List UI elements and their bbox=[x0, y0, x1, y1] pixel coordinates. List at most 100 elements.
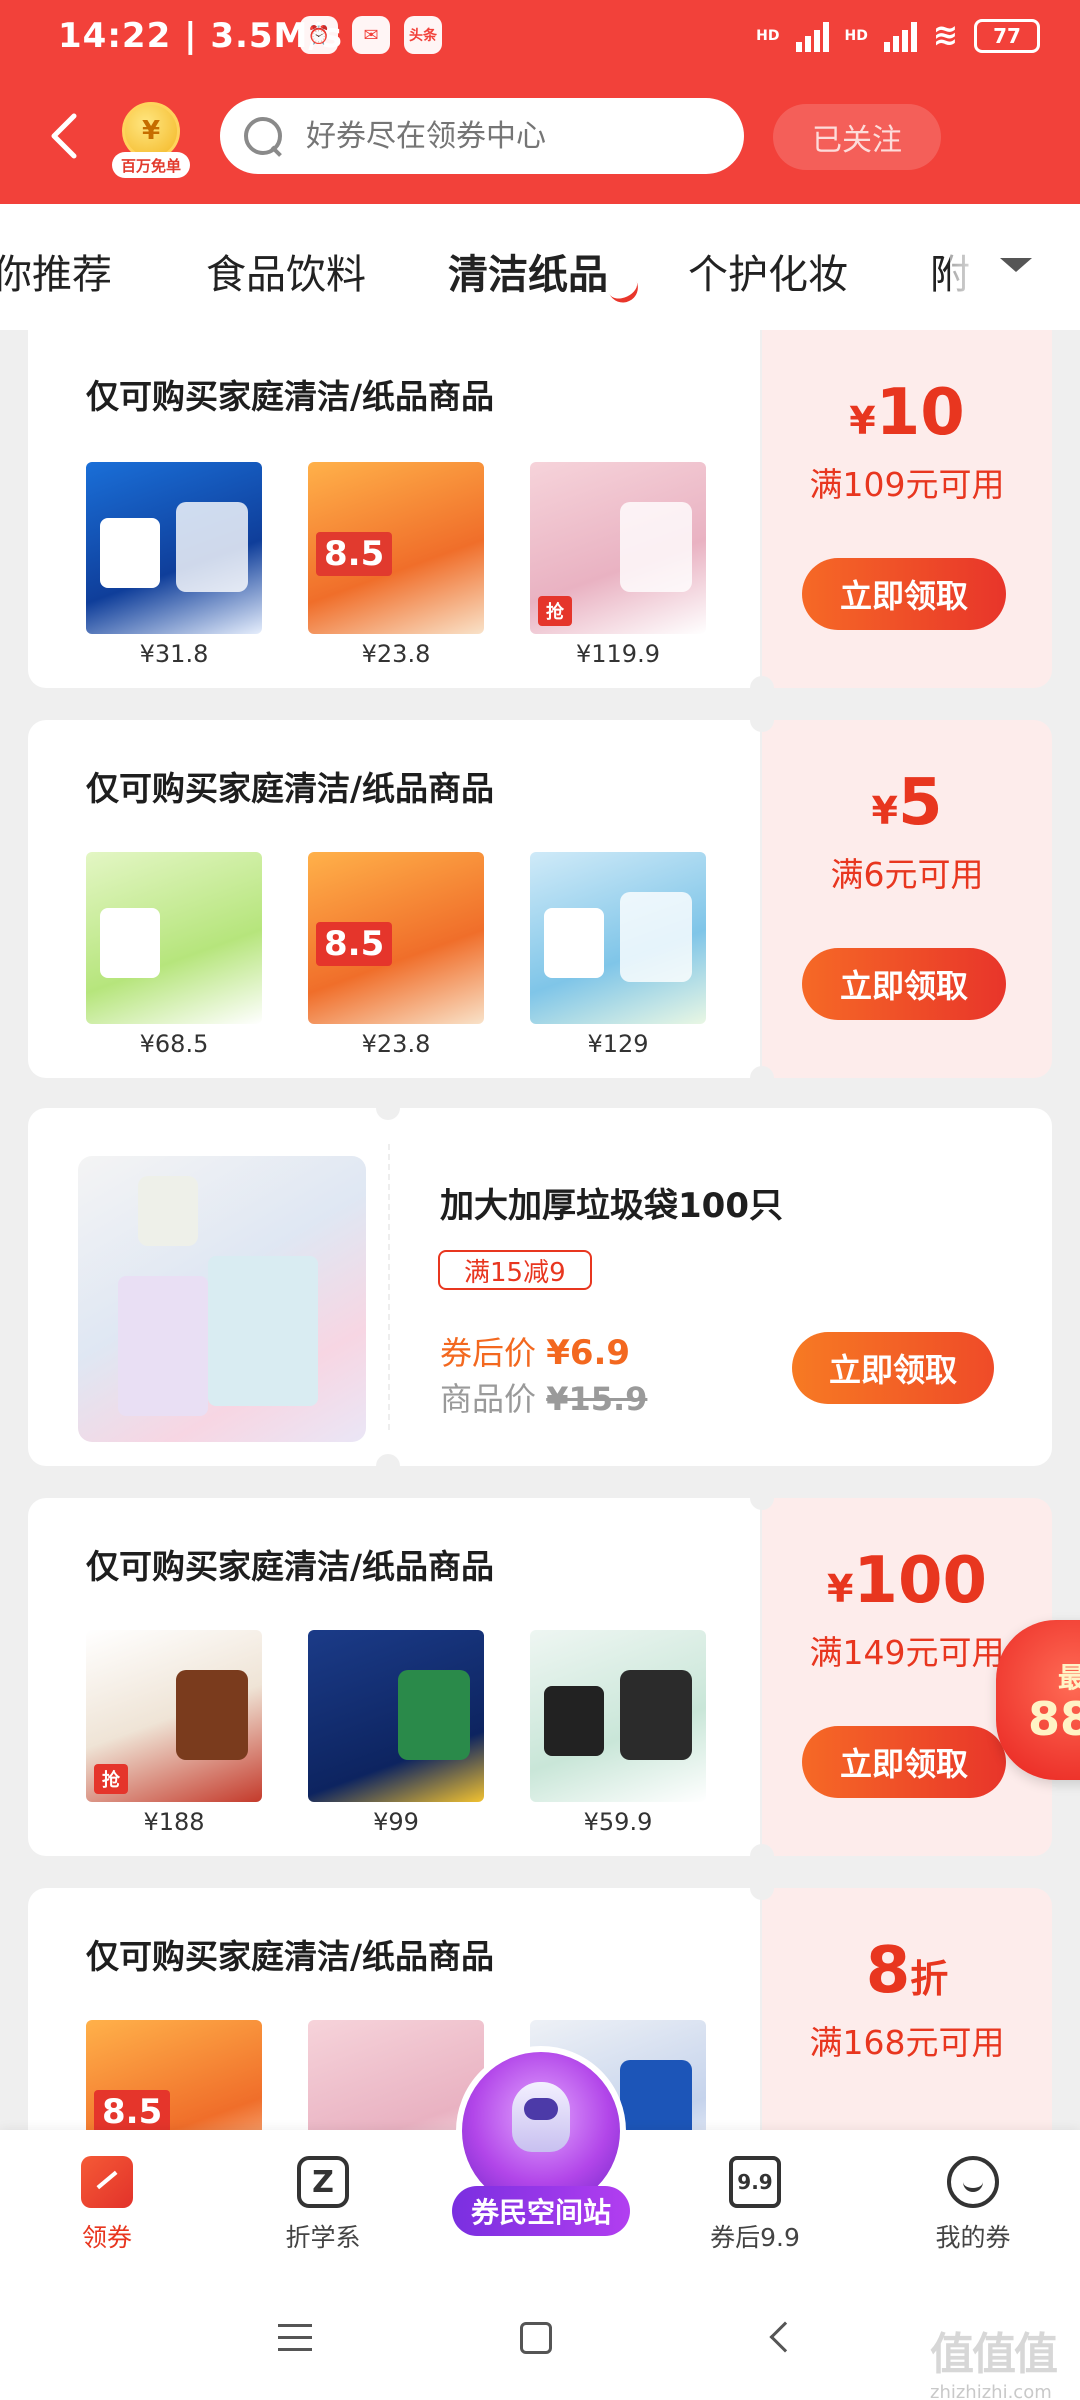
plant-shape bbox=[138, 1176, 198, 1246]
roll-shape bbox=[118, 1276, 208, 1416]
currency-symbol: ¥ bbox=[849, 399, 876, 443]
tab-personal-care[interactable]: 个护化妆 bbox=[688, 242, 848, 300]
product-price: ¥31.8 bbox=[139, 640, 209, 668]
watermark-sub: zhizhizhi.com bbox=[930, 2382, 1052, 2400]
product-thumb[interactable]: 抢 ¥119.9 bbox=[530, 462, 706, 668]
million-free-logo[interactable]: ¥ 百万免单 bbox=[112, 102, 190, 180]
after-price-label: 券后价 bbox=[440, 1334, 547, 1372]
nav-zhexue[interactable]: Z 折学系 bbox=[248, 2156, 398, 2254]
tab-cleaning-paper[interactable]: 清洁纸品 bbox=[448, 242, 608, 300]
product-tag: 8.5 bbox=[316, 532, 393, 576]
ticket-notch bbox=[750, 1486, 774, 1510]
system-nav-bar bbox=[0, 2286, 1080, 2400]
coupon-products-panel: 仅可购买家庭清洁/纸品商品 ¥68.5 8.5 ¥23.8 ¥129 bbox=[28, 720, 760, 1078]
coupon-condition: 满6元可用 bbox=[830, 855, 984, 894]
bottle-shape bbox=[176, 502, 248, 592]
product-image: 抢 bbox=[86, 1630, 262, 1802]
dashed-divider bbox=[388, 1144, 390, 1430]
product-price: ¥23.8 bbox=[361, 1030, 431, 1058]
product-price: ¥129 bbox=[587, 1030, 649, 1058]
currency-symbol: ¥ bbox=[871, 789, 898, 833]
product-image bbox=[86, 462, 262, 634]
product-card[interactable]: 加大加厚垃圾袋100只 满15减9 券后价 ¥6.9 商品价 ¥15.9 立即领… bbox=[28, 1096, 1052, 1478]
coupon-amount: ¥10 bbox=[762, 376, 1052, 450]
status-system-icons: HD HD ≋ 77 bbox=[756, 18, 1040, 53]
tab-food-drinks[interactable]: 食品饮料 bbox=[206, 242, 366, 300]
amount-value: 10 bbox=[875, 376, 965, 450]
ticket-notch bbox=[750, 676, 774, 700]
space-station-label[interactable]: 券民空间站 bbox=[452, 2186, 630, 2236]
coupon-card: 仅可购买家庭清洁/纸品商品 ¥31.8 8.5 ¥23.8 抢 ¥119.9 ¥… bbox=[28, 330, 1052, 700]
product-thumb[interactable]: ¥129 bbox=[530, 852, 706, 1058]
logo-label: 百万免单 bbox=[112, 152, 190, 178]
currency-symbol: ¥ bbox=[826, 1567, 854, 1611]
nav-after-coupon-99[interactable]: 9.9 券后9.9 bbox=[680, 2156, 830, 2254]
z-badge-icon: Z bbox=[297, 2156, 349, 2208]
trash-bag-image bbox=[78, 1156, 366, 1442]
ticket-notch bbox=[750, 1844, 774, 1868]
menu-icon[interactable] bbox=[278, 2324, 312, 2354]
hd-label-2: HD bbox=[844, 27, 868, 44]
discount-suffix: 折 bbox=[910, 1957, 949, 2001]
product-image bbox=[530, 852, 706, 1024]
home-icon[interactable] bbox=[520, 2322, 552, 2354]
amount-value: 8 bbox=[865, 1934, 911, 2008]
product-tag: 8.5 bbox=[316, 922, 393, 966]
nav-coupons[interactable]: 领券 bbox=[32, 2156, 182, 2254]
claim-button[interactable]: 立即领取 bbox=[802, 948, 1006, 1020]
packet-text-top: 最 bbox=[1058, 1661, 1080, 1694]
bottle-shape bbox=[398, 1670, 470, 1760]
product-price: ¥99 bbox=[373, 1808, 419, 1836]
product-thumb[interactable]: ¥31.8 bbox=[86, 462, 262, 668]
watermark: 值值值 zhizhizhi.com bbox=[930, 2318, 1058, 2400]
coupon-value-panel: ¥10 满109元可用 立即领取 bbox=[762, 330, 1052, 688]
promo-tag: 满15减9 bbox=[438, 1250, 592, 1290]
coupon-card: 仅可购买家庭清洁/纸品商品 ¥68.5 8.5 ¥23.8 ¥129 ¥5 满6… bbox=[28, 708, 1052, 1090]
nav-my-coupons[interactable]: 我的券 bbox=[898, 2156, 1048, 2254]
nav-label: 我的券 bbox=[935, 2223, 1011, 2252]
tab-recommend[interactable]: 你推荐 bbox=[0, 242, 112, 300]
claim-button[interactable]: 立即领取 bbox=[802, 558, 1006, 630]
product-price: ¥188 bbox=[143, 1808, 205, 1836]
ticket-notch bbox=[376, 1454, 400, 1478]
pack-shape bbox=[620, 2060, 692, 2130]
product-image bbox=[308, 1630, 484, 1802]
claim-button[interactable]: 立即领取 bbox=[802, 1726, 1006, 1798]
bottle-shape bbox=[176, 1670, 248, 1760]
ticket-notch bbox=[750, 708, 774, 732]
status-notification-icons: ⏰ ✉ 头条 bbox=[300, 16, 442, 54]
coupon-title: 仅可购买家庭清洁/纸品商品 bbox=[86, 1937, 495, 1976]
claim-button[interactable]: 立即领取 bbox=[792, 1332, 994, 1404]
coupon-amount: 8折 bbox=[762, 1934, 1052, 2008]
follow-button[interactable]: 已关注 bbox=[773, 104, 941, 170]
product-thumb[interactable]: ¥68.5 bbox=[86, 852, 262, 1058]
search-input[interactable] bbox=[306, 118, 686, 154]
nav-label: 折学系 bbox=[285, 2223, 361, 2252]
coupon-ticket-icon bbox=[81, 2156, 133, 2208]
spray-shape bbox=[620, 1670, 692, 1760]
product-tag: 抢 bbox=[94, 1764, 128, 1794]
back-icon[interactable] bbox=[44, 110, 84, 162]
search-bar[interactable] bbox=[220, 98, 744, 174]
coupon-value-panel: ¥5 满6元可用 立即领取 bbox=[762, 720, 1052, 1078]
amount-value: 100 bbox=[853, 1544, 988, 1618]
wifi-icon: ≋ bbox=[932, 18, 958, 53]
coupon-products-panel: 仅可购买家庭清洁/纸品商品 8.5 bbox=[28, 1888, 760, 2130]
product-thumb[interactable]: ¥59.9 bbox=[530, 1630, 706, 1836]
product-thumb[interactable]: ¥99 bbox=[308, 1630, 484, 1836]
chevron-down-icon[interactable] bbox=[1000, 258, 1032, 272]
header: 14:22 | 3.5M/s ⏰ ✉ 头条 HD HD ≋ 77 ¥ 百万免单 … bbox=[0, 0, 1080, 204]
amount-value: 5 bbox=[897, 766, 943, 840]
toutiao-icon: 头条 bbox=[404, 16, 442, 54]
category-tabs: 你推荐 食品饮料 清洁纸品 个护化妆 附 bbox=[0, 204, 1080, 330]
battery-level: 77 bbox=[993, 23, 1021, 48]
product-thumb[interactable]: 抢 ¥188 bbox=[86, 1630, 262, 1836]
product-thumb[interactable]: 8.5 ¥23.8 bbox=[308, 852, 484, 1058]
product-thumb[interactable]: 8.5 bbox=[86, 2020, 262, 2130]
price-99-icon: 9.9 bbox=[729, 2156, 781, 2208]
signal-icon bbox=[795, 20, 829, 52]
roll-shape bbox=[208, 1256, 318, 1406]
product-thumb[interactable]: 8.5 ¥23.8 bbox=[308, 462, 484, 668]
back-nav-icon[interactable] bbox=[769, 2321, 801, 2353]
floating-red-packet[interactable]: 最 88 bbox=[996, 1620, 1080, 1780]
